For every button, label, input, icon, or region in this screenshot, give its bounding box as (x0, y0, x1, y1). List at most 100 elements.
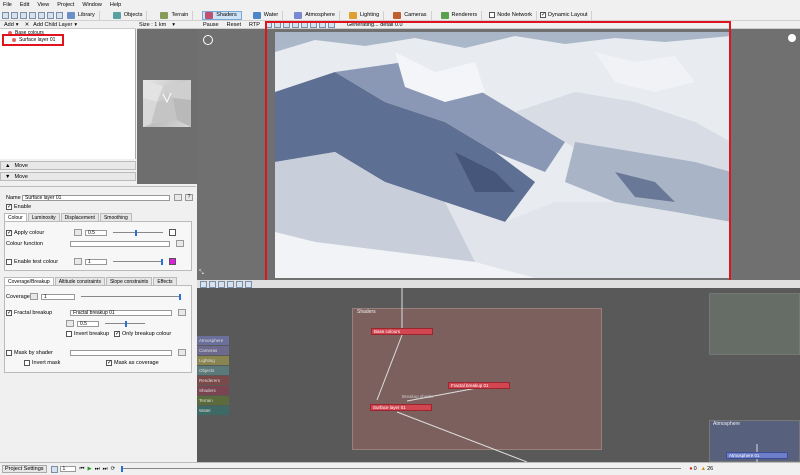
legend-objects[interactable]: Objects (197, 366, 229, 375)
atmosphere-button[interactable]: Atmosphere (292, 10, 340, 20)
legend-renderers[interactable]: Renderers (197, 376, 229, 385)
menu-file[interactable]: File (3, 2, 12, 8)
invert-breakup-checkbox[interactable] (66, 331, 72, 337)
library-button[interactable]: Library (65, 10, 100, 20)
lighting-button[interactable]: Lighting (347, 10, 385, 20)
dynamic-layout-checkbox[interactable] (540, 11, 546, 18)
tab-slope-constraints[interactable]: Slope constraints (105, 277, 153, 285)
last-frame-icon[interactable]: ⏭ (103, 466, 108, 473)
apply-colour-checkbox[interactable] (6, 229, 12, 236)
loop-icon[interactable]: ⟳ (111, 466, 116, 472)
render-icon[interactable] (56, 11, 63, 19)
tab-displacement[interactable]: Displacement (60, 213, 99, 221)
tab-altitude-constraints[interactable]: Altitude constraints (54, 277, 105, 285)
legend-terrain[interactable]: Terrain (197, 396, 229, 405)
mask-as-coverage-checkbox[interactable] (106, 359, 112, 366)
open-project-icon[interactable] (11, 11, 18, 19)
undo-icon[interactable] (38, 11, 45, 19)
tab-smoothing[interactable]: Smoothing (99, 213, 132, 221)
function-icon[interactable] (66, 320, 74, 327)
warning-icon[interactable]: ▲ (701, 466, 706, 472)
menu-help[interactable]: Help (110, 2, 121, 8)
plus-icon[interactable] (178, 349, 186, 356)
apply-colour-swatch[interactable] (169, 229, 176, 236)
menu-edit[interactable]: Edit (20, 2, 29, 8)
reset-button[interactable]: Reset (227, 22, 241, 28)
help-icon[interactable]: ? (185, 194, 193, 201)
gear-icon[interactable] (50, 465, 58, 473)
lock-camera-icon[interactable] (218, 280, 225, 288)
zoom-out-icon[interactable] (236, 280, 243, 288)
fit-view-icon[interactable] (245, 280, 252, 288)
legend-atmosphere[interactable]: Atmosphere (197, 336, 229, 345)
plus-icon[interactable] (176, 240, 184, 247)
plus-icon[interactable] (178, 309, 186, 316)
node-atmosphere[interactable]: Atmosphere 01 (726, 452, 788, 459)
test-colour-swatch[interactable] (169, 258, 176, 265)
legend-cameras[interactable]: Cameras (197, 346, 229, 355)
renderers-button[interactable]: Renderers (439, 10, 483, 20)
play-icon[interactable]: ▶ (87, 466, 91, 472)
menu-project[interactable]: Project (57, 2, 74, 8)
frame-field[interactable]: 1 (59, 466, 76, 472)
picker-icon[interactable] (174, 194, 182, 201)
rtp-button[interactable]: RTP (249, 22, 260, 28)
function-icon[interactable] (74, 229, 82, 236)
next-frame-icon[interactable]: ⏭ (95, 466, 100, 473)
zoom-in-icon[interactable] (227, 280, 234, 288)
shader-preview-image[interactable] (143, 80, 191, 127)
function-icon[interactable] (74, 258, 82, 265)
tab-luminosity[interactable]: Luminosity (27, 213, 60, 221)
apply-colour-value[interactable]: 0.5 (85, 229, 107, 236)
test-colour-slider[interactable] (113, 258, 163, 265)
fractal-breakup-slider[interactable] (105, 320, 145, 327)
chevron-down-icon[interactable]: ▾ (16, 22, 19, 28)
legend-shaders[interactable]: Shaders (197, 386, 229, 395)
mask-by-shader-checkbox[interactable] (6, 349, 12, 356)
camera-select-icon[interactable] (200, 280, 207, 288)
dynamic-layout-toggle[interactable]: Dynamic Layout (538, 10, 593, 20)
shaders-button[interactable]: Shaders (202, 10, 242, 20)
corner-arrow-icon[interactable]: ⤡ (199, 270, 204, 277)
chevron-down-icon[interactable]: ▾ (172, 22, 175, 28)
project-settings-button[interactable]: Project Settings (2, 465, 47, 473)
node-network-toggle[interactable]: Node Network (487, 10, 538, 20)
invert-mask-checkbox[interactable] (24, 360, 30, 366)
coverage-slider[interactable] (81, 293, 181, 300)
timeline-slider[interactable] (121, 466, 682, 472)
error-icon[interactable]: ● (689, 466, 692, 472)
legend-water[interactable]: Water (197, 406, 229, 415)
enable-test-colour-checkbox[interactable] (6, 258, 12, 265)
node-fractal-breakup[interactable]: Fractal breakup 01 (448, 382, 510, 389)
save-project-icon[interactable] (20, 11, 27, 19)
menu-window[interactable]: Window (82, 2, 102, 8)
node-base-colours[interactable]: Base colours (371, 328, 433, 335)
compass-icon[interactable] (203, 35, 213, 45)
view-mode-icon[interactable] (209, 280, 216, 288)
redo-icon[interactable] (47, 11, 54, 19)
fractal-breakup-field[interactable]: Fractal breakup 01 (70, 309, 172, 316)
objects-button[interactable]: Objects (111, 10, 148, 20)
pause-button[interactable]: Pause (203, 22, 219, 28)
node-surface-layer[interactable]: Surface layer 01 (370, 404, 432, 411)
save-as-icon[interactable] (29, 11, 36, 19)
enable-checkbox[interactable] (6, 203, 12, 210)
water-button[interactable]: Water (251, 10, 284, 20)
tab-coverage-breakup[interactable]: Coverage/Breakup (4, 277, 54, 285)
name-field[interactable]: Surface layer 01 (22, 194, 170, 201)
terrain-button[interactable]: Terrain (158, 10, 194, 20)
fractal-breakup-checkbox[interactable] (6, 309, 12, 316)
remove-layer-icon[interactable]: ✕ (25, 22, 30, 28)
size-selector[interactable]: Size : 1 km (139, 22, 166, 28)
cameras-button[interactable]: Cameras (391, 10, 432, 20)
close-icon[interactable] (788, 34, 796, 42)
node-network-checkbox[interactable] (489, 12, 496, 18)
move-up-button[interactable]: ▲ Move (0, 161, 136, 170)
node-network-panel[interactable]: Shaders Atmosphere Base colours Fractal … (197, 288, 800, 462)
legend-lighting[interactable]: Lighting (197, 356, 229, 365)
first-frame-icon[interactable]: ⏮ (80, 466, 85, 473)
mask-shader-field[interactable] (70, 349, 172, 356)
chevron-down-icon[interactable]: ▾ (74, 22, 77, 28)
function-icon[interactable] (30, 293, 38, 300)
menu-view[interactable]: View (37, 2, 49, 8)
